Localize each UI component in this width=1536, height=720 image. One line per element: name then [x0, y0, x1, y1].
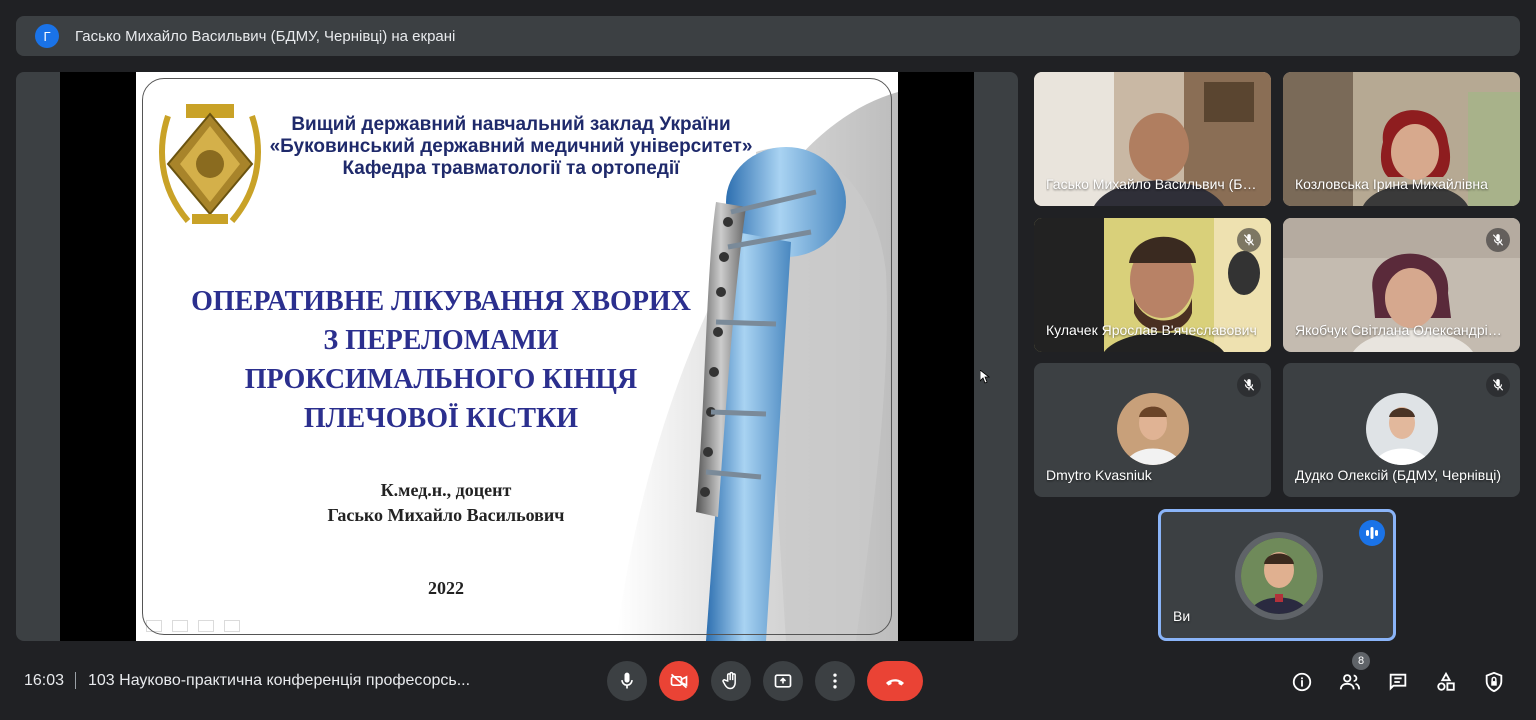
meeting-title: 103 Науково-практична конференція профес…	[88, 672, 471, 689]
mic-icon	[621, 672, 633, 689]
self-name: Ви	[1173, 608, 1191, 624]
shared-screen: Вищий державний навчальний заклад Україн…	[60, 72, 990, 641]
presenter-banner-text: Гасько Михайло Васильвич (БДМУ, Чернівці…	[75, 27, 456, 45]
participant-tile[interactable]: Якобчук Світлана Олександрівна	[1283, 218, 1520, 352]
slide-frame	[142, 78, 892, 635]
participant-name: Козловська Ірина Михайлівна	[1295, 176, 1488, 192]
participant-tile[interactable]: Дудко Олексій (БДМУ, Чернівці)	[1283, 363, 1520, 497]
chat-button[interactable]	[1382, 666, 1414, 698]
more-vert-icon	[833, 673, 837, 689]
people-button[interactable]	[1334, 666, 1366, 698]
mic-off-icon	[1486, 373, 1510, 397]
raise-hand-button[interactable]	[711, 661, 751, 701]
speaking-indicator-icon	[1359, 520, 1385, 546]
people-icon	[1339, 674, 1361, 690]
host-controls-icon	[1485, 671, 1503, 693]
participant-tile[interactable]: Dmytro Kvasniuk	[1034, 363, 1271, 497]
present-icon	[774, 674, 792, 688]
host-controls-button[interactable]	[1478, 666, 1510, 698]
activities-button[interactable]	[1430, 666, 1462, 698]
self-avatar	[1241, 538, 1317, 614]
activities-icon	[1437, 671, 1455, 691]
leave-call-button[interactable]	[867, 661, 923, 701]
more-options-button[interactable]	[815, 661, 855, 701]
mic-off-icon	[1237, 228, 1261, 252]
meeting-clock: 16:03	[24, 672, 65, 689]
mouse-cursor-icon	[980, 370, 990, 384]
chat-icon	[1389, 673, 1407, 691]
raise-hand-icon	[722, 671, 736, 690]
participant-tile[interactable]: Гасько Михайло Васильвич (БДМУ, Чернівці…	[1034, 72, 1271, 206]
participant-name: Кулачек Ярослав В'ячеславович	[1046, 322, 1257, 338]
present-screen-button[interactable]	[763, 661, 803, 701]
participant-avatar	[1117, 393, 1189, 465]
mic-toggle-button[interactable]	[607, 661, 647, 701]
participant-name: Якобчук Світлана Олександрівна	[1295, 322, 1506, 338]
presentation-stage[interactable]: Вищий державний навчальний заклад Україн…	[16, 72, 1018, 641]
participant-tile[interactable]: Козловська Ірина Михайлівна	[1283, 72, 1520, 206]
mic-off-icon	[1237, 373, 1261, 397]
info-icon	[1292, 672, 1312, 692]
participant-name: Дудко Олексій (БДМУ, Чернівці)	[1295, 467, 1502, 483]
participant-count-badge: 8	[1352, 652, 1370, 670]
presenter-banner: Г Гасько Михайло Васильвич (БДМУ, Чернів…	[16, 16, 1520, 56]
mic-off-icon	[1486, 228, 1510, 252]
participant-name: Dmytro Kvasniuk	[1046, 467, 1152, 483]
camera-toggle-button[interactable]	[659, 661, 699, 701]
presentation-slide: Вищий державний навчальний заклад Україн…	[136, 72, 898, 641]
self-tile[interactable]: Ви	[1158, 509, 1396, 641]
end-call-icon	[886, 679, 904, 686]
participant-name: Гасько Михайло Васильвич (БДМУ, Чернівці…	[1046, 176, 1257, 192]
participant-tile[interactable]: Кулачек Ярослав В'ячеславович	[1034, 218, 1271, 352]
participant-avatar	[1366, 393, 1438, 465]
presenter-avatar: Г	[35, 24, 59, 48]
camera-off-icon	[670, 673, 688, 689]
meeting-details-button[interactable]	[1286, 666, 1318, 698]
meeting-controls-bar: 16:03 103 Науково-практична конференція …	[0, 650, 1536, 712]
divider	[75, 672, 76, 689]
